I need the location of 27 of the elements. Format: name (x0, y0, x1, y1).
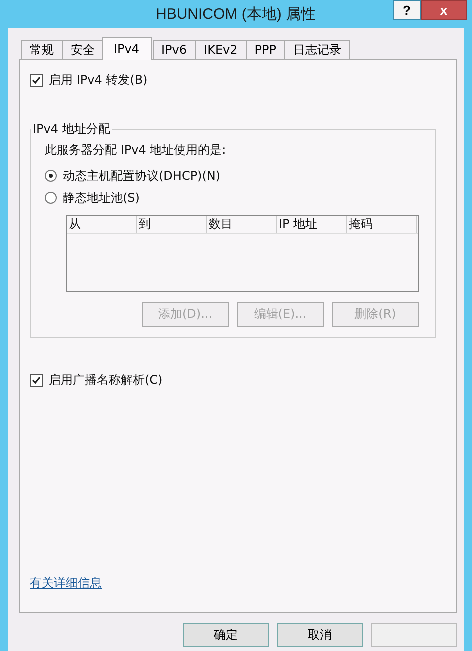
checkbox-label: 启用 IPv4 转发(B) (49, 72, 148, 89)
close-button[interactable]: x (421, 0, 467, 20)
column-header[interactable]: 到 (137, 216, 207, 233)
dialog-button[interactable]: 确定 (183, 623, 269, 647)
tab[interactable]: IPv6 (152, 40, 196, 59)
checkbox-label: 启用广播名称解析(C) (49, 372, 163, 389)
radio-label: 静态地址池(S) (63, 190, 140, 206)
checkbox[interactable] (30, 374, 43, 387)
prompt-text: 此服务器分配 IPv4 地址使用的是: (45, 142, 228, 159)
column-header[interactable]: 从 (67, 216, 137, 233)
checkbox[interactable] (30, 74, 43, 87)
help-link[interactable]: 有关详细信息 (30, 575, 102, 592)
column-header[interactable]: IP 地址 (277, 216, 347, 233)
group-title: IPv4 地址分配 (32, 121, 112, 138)
tab[interactable]: 安全 (62, 40, 104, 59)
tab[interactable]: IPv4 (102, 37, 152, 60)
dialog-button[interactable]: 取消 (277, 623, 363, 647)
help-button[interactable]: ? (393, 0, 421, 20)
address-pool-list[interactable]: 从 到 数目 IP 地址 掩码 (66, 215, 419, 292)
radio-label: 动态主机配置协议(DHCP)(N) (63, 168, 221, 184)
tab[interactable]: 日志记录 (284, 40, 350, 59)
column-header[interactable]: 数目 (207, 216, 277, 233)
radio-button[interactable] (45, 192, 57, 204)
radio-button[interactable] (45, 170, 57, 182)
tab[interactable]: 常规 (21, 40, 63, 59)
window-title: HBUNICOM (本地) 属性 (156, 4, 316, 24)
column-header[interactable]: 掩码 (347, 216, 417, 233)
